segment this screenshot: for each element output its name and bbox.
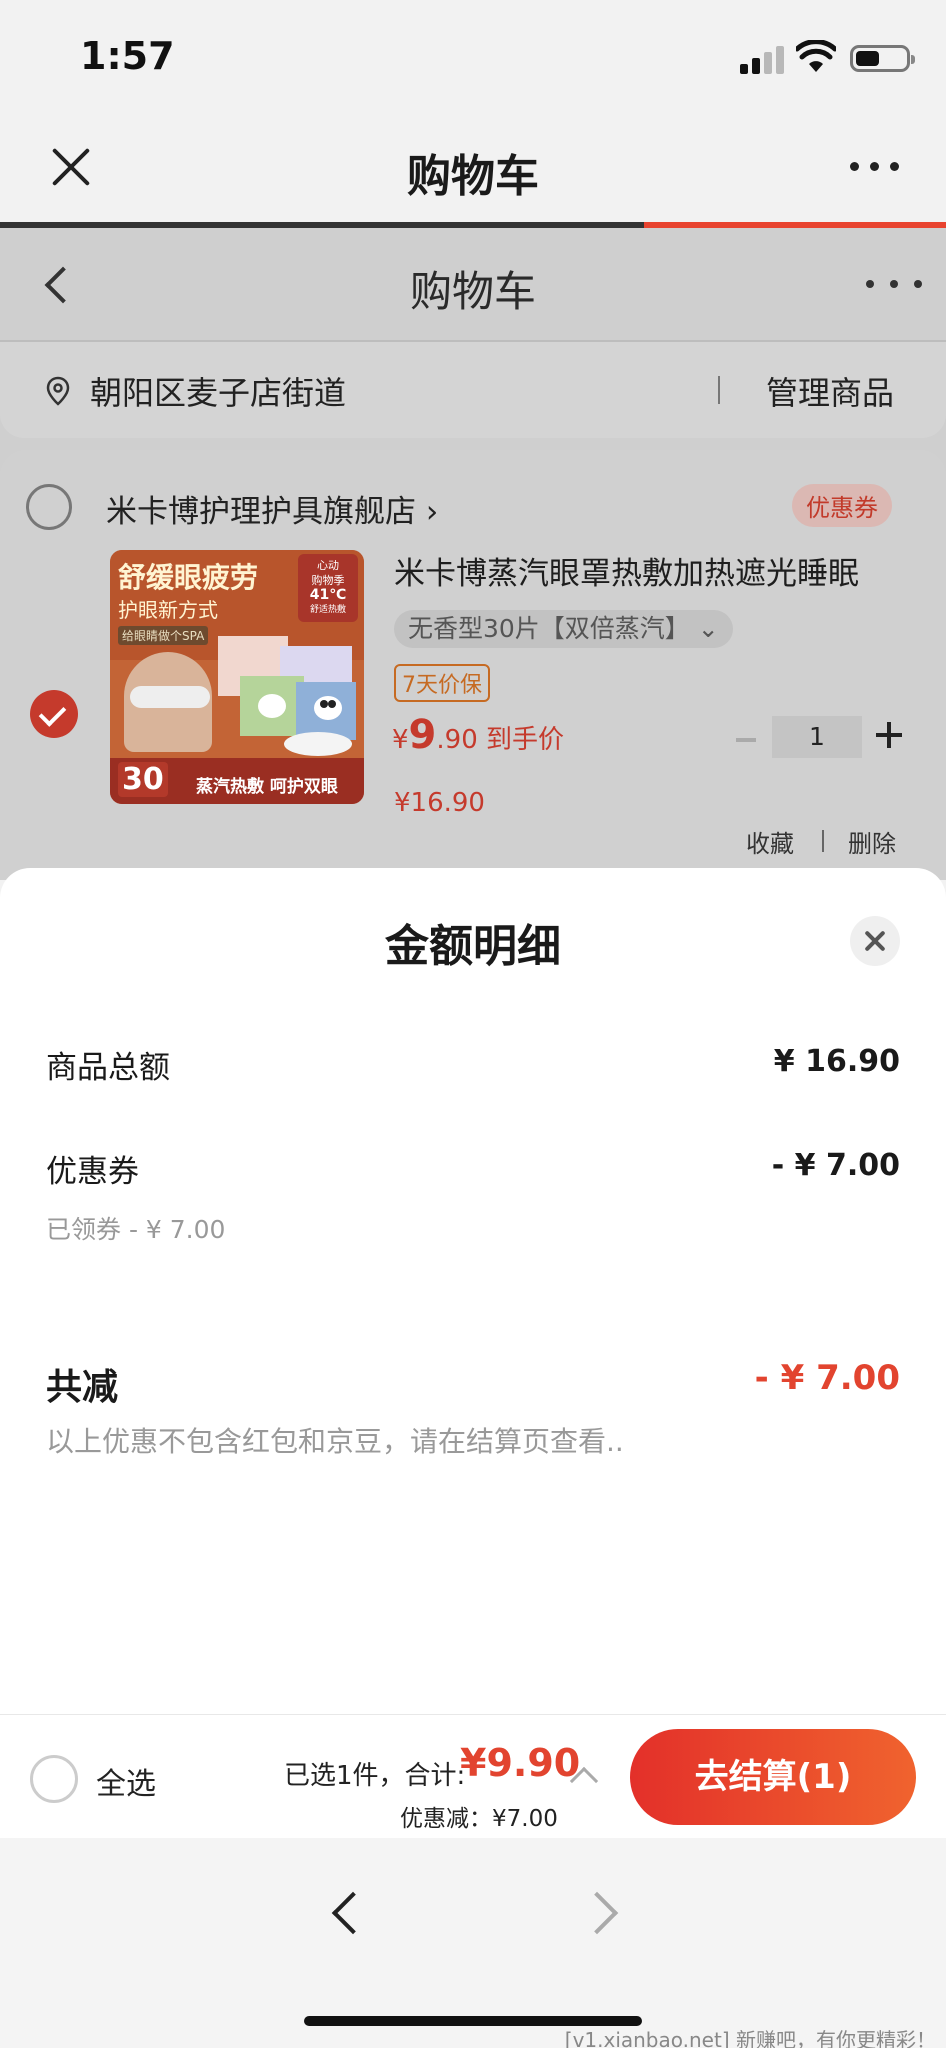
store-card: 米卡博护理护具旗舰店 › 优惠券 舒缓眼疲劳 护眼新方式 给眼睛做个SPA 心动… — [0, 450, 946, 880]
image-tag: 给眼睛做个SPA — [118, 626, 209, 645]
sheet-title: 金额明细 — [385, 921, 561, 972]
store-name-link[interactable]: 米卡博护理护具旗舰店 › — [106, 486, 438, 531]
checkout-bar: 全选 已选1件，合计: ¥9.90 优惠减：¥7.00 去结算(1) — [0, 1714, 946, 1838]
image-count: 30 — [118, 762, 168, 797]
goods-total-value: ¥ 16.90 — [773, 1044, 900, 1079]
divider — [718, 376, 720, 404]
total-discount-label: 共减 — [46, 1367, 119, 1408]
divider — [822, 830, 824, 852]
browser-toolbar: [v1.xianbao.net] 新赚吧，有你更精彩！ — [0, 1838, 946, 2048]
battery-icon — [850, 45, 915, 72]
browser-forward-icon[interactable] — [575, 1891, 619, 1935]
total-price: ¥9.90 — [460, 1741, 581, 1785]
wifi-icon — [796, 40, 836, 72]
nav-title: 购物车 — [407, 151, 539, 202]
amount-details-sheet: 金额明细 商品总额 ¥ 16.90 优惠券 - ¥ 7.00 已领券 - ¥ 7… — [0, 868, 946, 1714]
image-badge: 心动 购物季 41℃ 舒适热敷 — [298, 554, 358, 622]
product-image[interactable]: 舒缓眼疲劳 护眼新方式 给眼睛做个SPA 心动 购物季 41℃ 舒适热敷 30 … — [110, 550, 364, 804]
quantity-input[interactable]: 1 — [772, 716, 862, 758]
location-bar[interactable]: 朝阳区麦子店街道 管理商品 — [0, 342, 946, 438]
image-subheadline: 护眼新方式 — [118, 598, 218, 622]
store-select-radio[interactable] — [26, 484, 72, 530]
discount-note: 以上优惠不包含红包和京豆，请在结算页查看.. — [46, 1425, 624, 1458]
selected-summary: 已选1件，合计: — [284, 1761, 466, 1791]
price-guarantee-badge: 7天价保 — [394, 664, 490, 702]
browser-back-icon[interactable] — [331, 1891, 375, 1935]
final-price: ¥9.90 到手价 — [392, 712, 565, 758]
cart-page: 购物车 朝阳区麦子店街道 管理商品 米卡博护理护具旗舰店 › 优惠券 舒缓眼疲劳… — [0, 228, 946, 880]
delete-button[interactable]: 删除 — [848, 824, 896, 859]
coupon-tag[interactable]: 优惠券 — [792, 484, 892, 527]
select-all-radio[interactable] — [30, 1755, 78, 1803]
checkout-button[interactable]: 去结算(1) — [630, 1729, 916, 1825]
image-slogan: 蒸汽热敷 呵护双眼 — [196, 777, 338, 797]
image-headline: 舒缓眼疲劳 — [118, 561, 259, 594]
watermark: [v1.xianbao.net] 新赚吧，有你更精彩！ — [564, 2028, 936, 2048]
eye-mask-illustration — [130, 686, 210, 708]
quantity-minus-button[interactable] — [736, 738, 756, 742]
product-title[interactable]: 米卡博蒸汽眼罩热敷加热遮光睡眠 — [394, 548, 934, 593]
variant-selector[interactable]: 无香型30片【双倍蒸汽】 ⌄ — [394, 610, 733, 648]
total-discount-value: - ¥ 7.00 — [754, 1358, 900, 1398]
page-header: 购物车 — [0, 228, 946, 340]
goods-total-label: 商品总额 — [46, 1050, 170, 1086]
discount-summary: 优惠减：¥7.00 — [400, 1806, 558, 1832]
cellular-signal-icon — [740, 44, 786, 74]
close-icon[interactable] — [850, 916, 900, 966]
more-icon[interactable] — [850, 162, 900, 172]
coupon-claimed-note: 已领券 - ¥ 7.00 — [46, 1215, 226, 1244]
coupon-label: 优惠券 — [46, 1154, 139, 1190]
page-more-icon[interactable] — [866, 280, 926, 290]
location-pin-icon — [46, 376, 70, 406]
item-checkbox-checked[interactable] — [30, 690, 78, 738]
page-title: 购物车 — [409, 267, 536, 316]
select-all-label[interactable]: 全选 — [96, 1759, 156, 1803]
manage-items-button[interactable]: 管理商品 — [766, 368, 894, 414]
product-boxes-illustration — [218, 636, 356, 756]
original-price: ¥16.90 — [394, 788, 485, 818]
top-nav: 购物车 — [0, 110, 946, 222]
location-text: 朝阳区麦子店街道 — [90, 374, 347, 412]
status-time: 1:57 — [80, 34, 175, 78]
favorite-button[interactable]: 收藏 — [746, 824, 794, 859]
coupon-value: - ¥ 7.00 — [771, 1148, 900, 1183]
status-bar: 1:57 — [0, 0, 946, 110]
quantity-plus-button[interactable] — [876, 722, 902, 748]
